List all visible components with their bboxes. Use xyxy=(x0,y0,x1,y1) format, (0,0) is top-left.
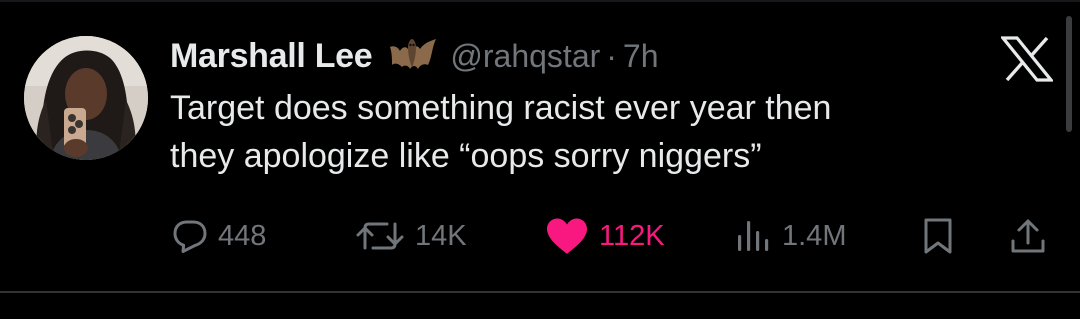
tweet-header: Marshall Lee @rahqstar · 7h xyxy=(170,34,659,78)
share-button[interactable] xyxy=(1010,208,1046,264)
display-name[interactable]: Marshall Lee xyxy=(170,37,373,76)
separator-dot: · xyxy=(606,37,617,74)
like-button[interactable]: 112K xyxy=(545,208,665,264)
tweet-card[interactable]: Marshall Lee @rahqstar · 7h Target does … xyxy=(0,0,1080,291)
like-count: 112K xyxy=(599,219,665,252)
bookmark-icon xyxy=(921,217,955,255)
bookmark-button[interactable] xyxy=(921,208,955,264)
share-icon xyxy=(1010,217,1046,255)
handle[interactable]: @rahqstar xyxy=(450,38,600,75)
bottom-divider xyxy=(0,291,1080,293)
x-logo-icon[interactable] xyxy=(999,36,1055,82)
views-count: 1.4M xyxy=(782,219,847,252)
reply-button[interactable]: 448 xyxy=(172,208,266,264)
like-heart-icon xyxy=(545,217,589,255)
tweet-text-line: they apologize like “oops sorry niggers” xyxy=(170,137,762,175)
repost-icon xyxy=(355,218,405,254)
timestamp[interactable]: 7h xyxy=(623,38,659,75)
scrollbar[interactable] xyxy=(1066,16,1072,132)
repost-button[interactable]: 14K xyxy=(355,208,467,264)
repost-count: 14K xyxy=(415,219,467,252)
views-button[interactable]: 1.4M xyxy=(736,208,846,264)
tweet-text-line: Target does something racist ever year t… xyxy=(170,89,832,127)
avatar[interactable] xyxy=(24,36,148,160)
reply-icon xyxy=(172,218,208,254)
action-bar: 448 14K 112K 1.4M xyxy=(0,208,1080,264)
reply-count: 448 xyxy=(218,219,267,252)
tweet-text: Target does something racist ever year t… xyxy=(170,84,1030,180)
bat-emoji xyxy=(384,33,440,79)
views-icon xyxy=(736,217,772,255)
